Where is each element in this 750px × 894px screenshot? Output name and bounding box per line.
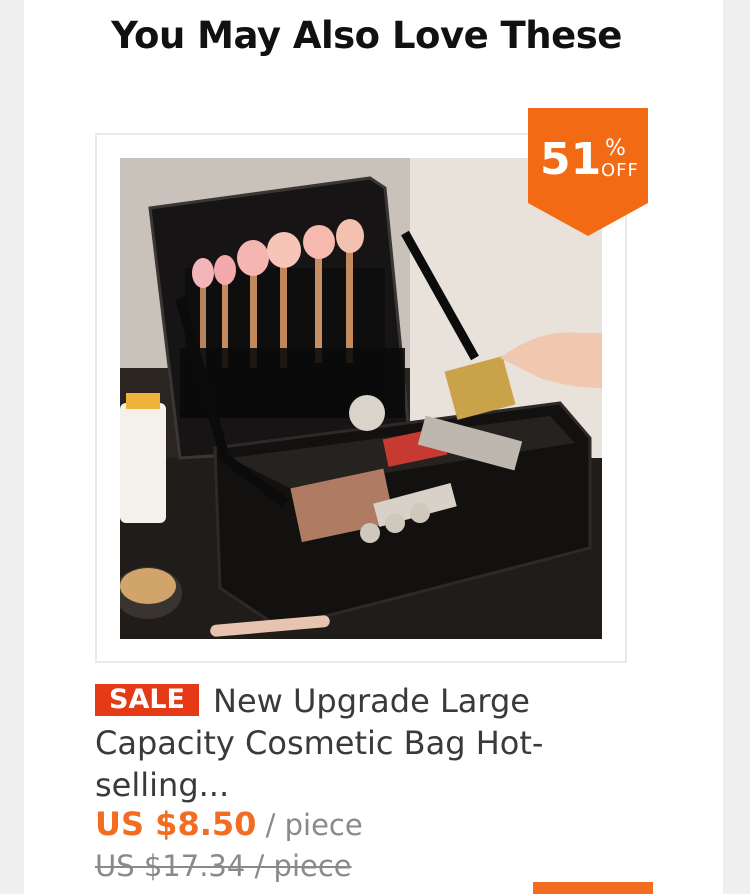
discount-badge: 51 % OFF [528,108,648,236]
price-original: US $17.34 / piece [95,849,352,883]
discount-off-label: OFF [601,160,639,181]
product-title-block[interactable]: SALE New Upgrade Large Capacity Cosmetic … [95,680,565,806]
price-unit: / piece [256,808,363,842]
discount-value: 51 [540,134,602,185]
price-line: US $8.50 / piece [95,804,363,845]
section-title: You May Also Love These [111,14,622,57]
price-current: US $8.50 [95,805,257,843]
sale-tag: SALE [95,684,199,716]
discount-percent-sign: % [605,136,626,161]
add-to-cart-button[interactable] [533,882,653,894]
